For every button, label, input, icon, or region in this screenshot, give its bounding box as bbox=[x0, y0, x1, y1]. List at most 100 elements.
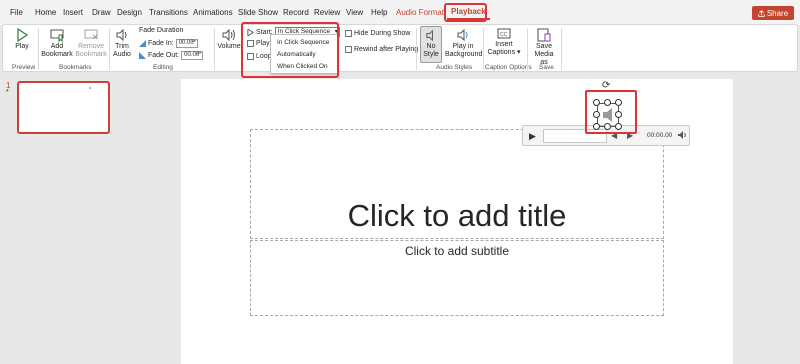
ribbon: Play Preview Add Bookmark Remove Bookmar… bbox=[2, 24, 798, 72]
resize-handle[interactable] bbox=[615, 99, 622, 106]
thumbnail-audio-marker bbox=[89, 87, 91, 89]
title-placeholder-text: Click to add title bbox=[347, 198, 567, 233]
rewind-after-playing-checkbox[interactable]: Rewind after Playing bbox=[345, 46, 418, 53]
add-bookmark-label-line1: Add bbox=[50, 43, 64, 50]
separator bbox=[483, 28, 484, 70]
tab-file[interactable]: File bbox=[10, 8, 23, 17]
menu-bar: File Home Insert Draw Design Transitions… bbox=[0, 0, 800, 25]
tab-review[interactable]: Review bbox=[314, 8, 340, 17]
trim-audio-icon bbox=[116, 28, 127, 42]
tab-view[interactable]: View bbox=[346, 8, 363, 17]
insert-captions-label-line1: Insert bbox=[495, 41, 513, 48]
playback-tab-highlight bbox=[444, 3, 487, 22]
tab-transitions[interactable]: Transitions bbox=[149, 8, 188, 17]
add-bookmark-icon bbox=[50, 29, 64, 42]
player-time: 00:00.00 bbox=[647, 132, 673, 139]
resize-handle[interactable] bbox=[593, 99, 600, 106]
remove-bookmark-label-line2: Bookmark bbox=[75, 51, 107, 58]
save-media-as-label-line1: Save bbox=[536, 43, 552, 50]
separator bbox=[527, 28, 528, 70]
resize-handle[interactable] bbox=[593, 111, 600, 118]
player-volume-icon[interactable] bbox=[677, 130, 687, 140]
tab-help[interactable]: Help bbox=[371, 8, 387, 17]
speaker-icon[interactable] bbox=[603, 108, 613, 122]
no-style-label-line1: No bbox=[426, 43, 436, 50]
remove-bookmark-button[interactable]: Remove Bookmark bbox=[74, 28, 108, 59]
tab-audio-format[interactable]: Audio Format bbox=[396, 8, 444, 17]
separator bbox=[214, 28, 215, 70]
play-in-background-label-line1: Play in bbox=[452, 43, 474, 50]
add-bookmark-button[interactable]: Add Bookmark bbox=[40, 28, 74, 59]
rewind-check[interactable] bbox=[345, 46, 352, 53]
resize-handle[interactable] bbox=[615, 123, 622, 130]
separator bbox=[561, 28, 562, 70]
no-style-icon bbox=[425, 29, 433, 42]
play-in-background-label-line2: Background bbox=[445, 51, 483, 58]
tab-design[interactable]: Design bbox=[117, 8, 142, 17]
hide-during-show-checkbox[interactable]: Hide During Show bbox=[345, 30, 410, 37]
hide-during-show-label: Hide During Show bbox=[354, 30, 411, 37]
volume-icon bbox=[222, 28, 235, 42]
tab-animations[interactable]: Animations bbox=[193, 8, 233, 17]
start-options-highlight bbox=[241, 22, 339, 78]
rewind-label: Rewind after Playing bbox=[354, 46, 419, 53]
fade-in-label: Fade In: bbox=[148, 40, 174, 47]
play-icon bbox=[17, 28, 29, 42]
tab-insert[interactable]: Insert bbox=[63, 8, 83, 17]
fade-out-icon bbox=[139, 52, 146, 59]
group-preview-label: Preview bbox=[12, 64, 36, 71]
tab-slide-show[interactable]: Slide Show bbox=[238, 8, 278, 17]
no-style-label-line2: Style bbox=[423, 51, 439, 58]
fade-in-icon bbox=[139, 40, 146, 47]
hide-during-show-check[interactable] bbox=[345, 30, 352, 37]
remove-bookmark-icon bbox=[84, 29, 98, 40]
volume-button[interactable]: Volume bbox=[217, 28, 241, 51]
subtitle-placeholder[interactable]: Click to add subtitle bbox=[250, 240, 664, 316]
svg-text:CC: CC bbox=[500, 32, 508, 38]
trim-audio-label-line2: Audio bbox=[113, 51, 131, 58]
play-in-background-icon bbox=[457, 28, 468, 42]
group-bookmarks-label: Bookmarks bbox=[59, 64, 92, 71]
fade-out-input[interactable]: 00.00 bbox=[181, 51, 204, 60]
add-bookmark-label-line2: Bookmark bbox=[41, 51, 73, 58]
tab-record[interactable]: Record bbox=[283, 8, 309, 17]
slide-thumbnail[interactable] bbox=[17, 81, 110, 134]
tab-draw[interactable]: Draw bbox=[92, 8, 111, 17]
play-button[interactable]: Play bbox=[9, 28, 35, 51]
group-caption-options-label: Caption Options bbox=[485, 64, 532, 71]
resize-handle[interactable] bbox=[615, 111, 622, 118]
separator bbox=[109, 28, 110, 70]
play-in-background-button[interactable]: Play in Background bbox=[445, 28, 483, 59]
insert-captions-button[interactable]: CC Insert Captions ▾ bbox=[487, 28, 521, 57]
remove-bookmark-label-line1: Remove bbox=[77, 43, 105, 50]
player-play-icon[interactable]: ▶ bbox=[529, 131, 536, 142]
group-save-label: Save bbox=[539, 64, 554, 71]
share-button[interactable]: Share bbox=[752, 6, 794, 20]
chevron-down-icon: ▾ bbox=[515, 49, 521, 56]
fade-duration-label: Fade Duration bbox=[139, 27, 184, 34]
share-icon bbox=[758, 9, 765, 17]
save-media-as-button[interactable]: Save Media as bbox=[530, 28, 558, 67]
resize-handle[interactable] bbox=[593, 123, 600, 130]
group-audio-styles-label: Audio Styles bbox=[436, 64, 473, 71]
tab-home[interactable]: Home bbox=[35, 8, 56, 17]
fade-in-row: Fade In: 00.00 bbox=[139, 39, 198, 48]
share-label: Share bbox=[766, 8, 789, 18]
separator bbox=[38, 28, 39, 70]
trim-audio-button[interactable]: Trim Audio bbox=[111, 28, 133, 59]
resize-handle[interactable] bbox=[604, 123, 611, 130]
resize-handle[interactable] bbox=[604, 99, 611, 106]
fade-out-row: Fade Out: 00.00 bbox=[139, 51, 204, 60]
fade-out-label: Fade Out: bbox=[148, 52, 180, 59]
no-style-button[interactable]: No Style bbox=[420, 26, 442, 63]
subtitle-placeholder-text: Click to add subtitle bbox=[404, 244, 510, 258]
trim-audio-label-line1: Trim bbox=[115, 43, 129, 50]
group-editing-label: Editing bbox=[153, 64, 173, 71]
slide-animation-marker: * bbox=[6, 89, 9, 96]
separator bbox=[416, 28, 417, 70]
captions-icon: CC bbox=[497, 28, 511, 39]
volume-label: Volume bbox=[217, 43, 241, 50]
fade-in-input[interactable]: 00.00 bbox=[175, 39, 198, 48]
save-media-icon bbox=[537, 28, 551, 42]
play-label: Play bbox=[15, 43, 29, 50]
